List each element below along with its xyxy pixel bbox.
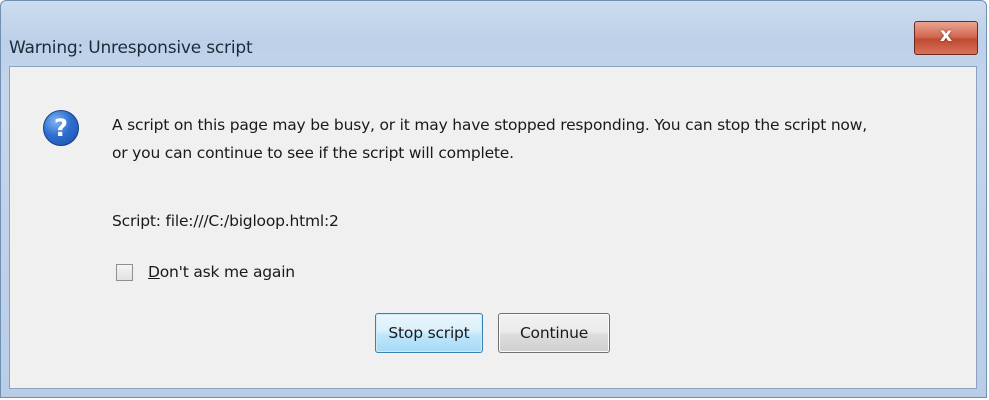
message-text: A script on this page may be busy, or it… <box>112 111 967 167</box>
label-rest: on't ask me again <box>159 263 295 281</box>
close-button[interactable]: x <box>914 21 978 55</box>
dialog-body: ? A script on this page may be busy, or … <box>9 66 977 389</box>
question-icon: ? <box>43 110 79 146</box>
dialog-window: Warning: Unresponsive script x ? A scrip… <box>0 0 987 398</box>
stop-script-button[interactable]: Stop script <box>375 313 483 353</box>
continue-button[interactable]: Continue <box>498 313 610 353</box>
script-location: Script: file:///C:/bigloop.html:2 <box>112 212 339 230</box>
message-line-1: A script on this page may be busy, or it… <box>112 116 867 134</box>
accesskey-char: D <box>148 263 160 281</box>
dont-ask-again-checkbox[interactable] <box>116 263 133 281</box>
dialog-title: Warning: Unresponsive script <box>9 38 253 58</box>
dont-ask-again-option[interactable]: Don't ask me again <box>116 260 295 284</box>
dont-ask-again-label[interactable]: Don't ask me again <box>148 263 295 281</box>
message-line-2: or you can continue to see if the script… <box>112 144 514 162</box>
close-icon: x <box>939 24 953 46</box>
title-bar[interactable]: Warning: Unresponsive script x <box>1 1 986 63</box>
